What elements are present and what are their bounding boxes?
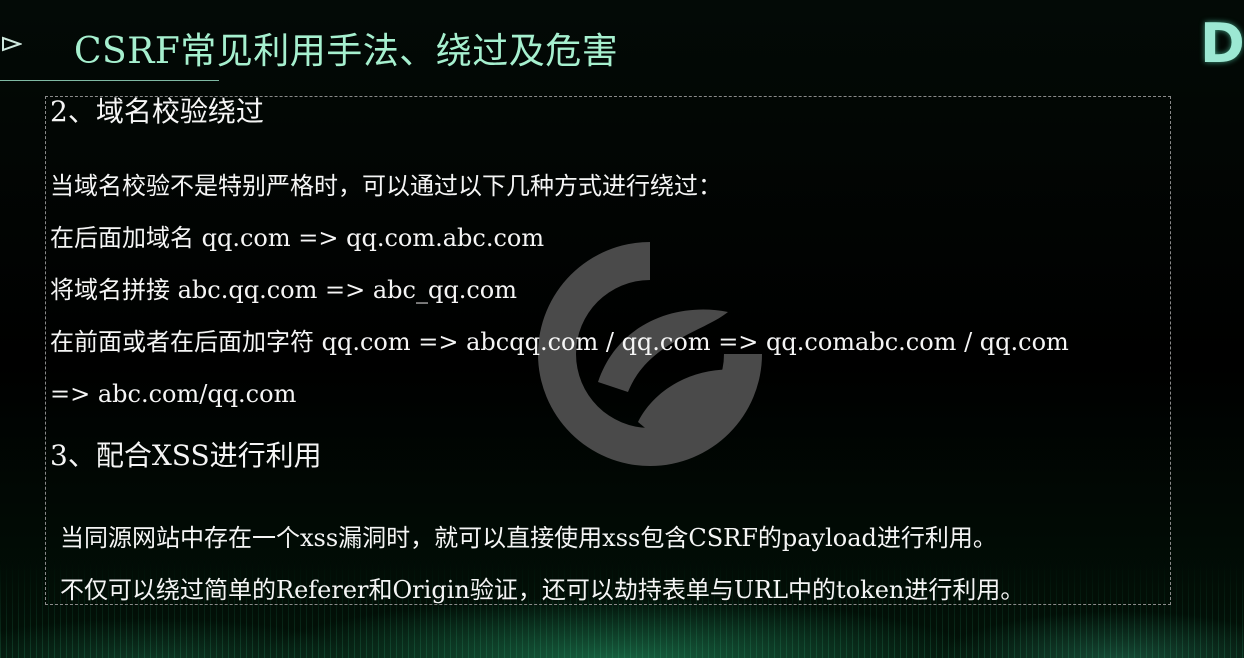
paragraph-line: 当同源网站中存在一个xss漏洞时，就可以直接使用xss包含CSRF的payloa… <box>60 524 997 552</box>
section-heading: 2、域名校验绕过 <box>50 95 264 128</box>
section-heading: 3、配合XSS进行利用 <box>50 439 322 472</box>
paragraph-line: 在前面或者在后面加字符 qq.com => abcqq.com / qq.com… <box>50 328 1069 356</box>
play-outline-icon <box>2 36 22 52</box>
slide-title: CSRF常见利用手法、绕过及危害 <box>74 31 619 72</box>
circular-e-logo-icon <box>538 242 762 466</box>
title-underline <box>0 80 219 81</box>
paragraph-line: 不仅可以绕过简单的Referer和Origin验证，还可以劫持表单与URL中的t… <box>60 576 1025 604</box>
paragraph-line: 在后面加域名 qq.com => qq.com.abc.com <box>50 224 545 252</box>
brand-logo-icon: D <box>1200 12 1244 75</box>
paragraph-line: => abc.com/qq.com <box>50 380 297 408</box>
paragraph-line: 将域名拼接 abc.qq.com => abc_qq.com <box>50 276 517 304</box>
paragraph-line: 当域名校验不是特别严格时，可以通过以下几种方式进行绕过： <box>50 172 722 200</box>
